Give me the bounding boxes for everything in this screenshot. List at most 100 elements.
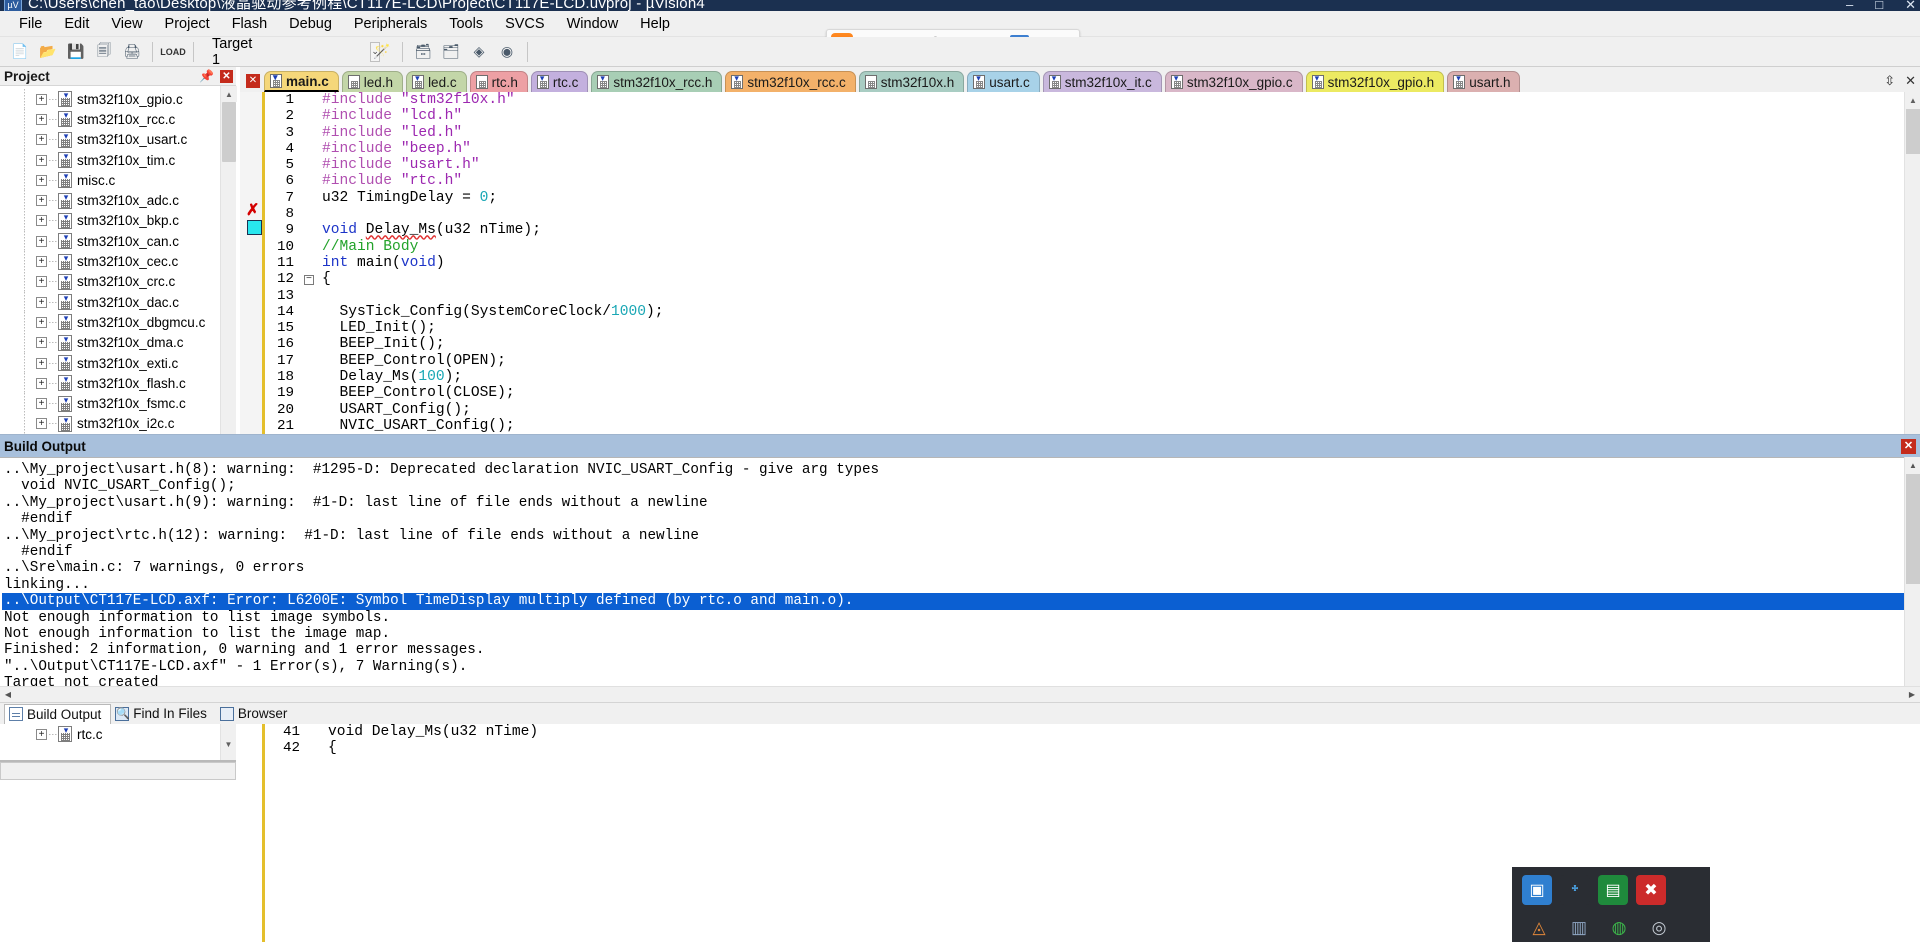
editor-tab-stm32f10x-gpio-c[interactable]: ▾ stm32f10x_gpio.c <box>1164 71 1303 92</box>
project-tree-scrollbar[interactable]: ▲ <box>220 86 237 434</box>
menu-tools[interactable]: Tools <box>438 13 494 35</box>
build-output-text[interactable]: ..\My_project\usart.h(8): warning: #1295… <box>0 457 1920 703</box>
editor-tab-rtc-h[interactable]: rtc.h <box>469 71 528 92</box>
background-tree-scroll-down-icon[interactable]: ▼ <box>220 724 236 764</box>
tree-item[interactable]: + ▾ stm32f10x_dac.c <box>0 291 236 313</box>
editor-tab-usart-h[interactable]: ▾ usart.h <box>1447 71 1521 92</box>
bookmark-delete-icon[interactable]: ✗ <box>246 203 262 219</box>
build-output-line[interactable]: #endif <box>2 544 1920 560</box>
code-line[interactable]: 11 int main(void) <box>262 255 1904 271</box>
tree-expander[interactable]: + <box>36 113 47 125</box>
tree-expander[interactable]: + <box>36 398 47 410</box>
menu-file[interactable]: File <box>8 13 53 35</box>
close-icon[interactable]: ✕ <box>220 69 233 83</box>
tree-expander[interactable]: + <box>36 195 47 207</box>
editor-tab-usart-c[interactable]: ▾ usart.c <box>967 71 1040 92</box>
tab-browser[interactable]: Browser <box>216 704 297 724</box>
code-line[interactable]: 8 <box>262 206 1904 222</box>
breakpoint-icon[interactable] <box>247 220 262 235</box>
tree-item[interactable]: + ▾ stm32f10x_i2c.c <box>0 413 236 434</box>
build-output-scrollbar[interactable]: ▲ ▼ <box>1904 457 1920 703</box>
code-line[interactable]: 17 BEEP_Control(OPEN); <box>262 353 1904 369</box>
build-output-selected-line[interactable]: ..\Output\CT117E-LCD.axf: Error: L6200E:… <box>2 593 1920 610</box>
tree-item[interactable]: + ▾ stm32f10x_can.c <box>0 231 236 252</box>
tree-item[interactable]: + ▾ stm32f10x_fsmc.c <box>0 393 236 414</box>
minimize-button[interactable]: – <box>1846 0 1853 11</box>
open-file-icon[interactable]: 📂 <box>36 40 60 64</box>
background-tree-strip[interactable]: + ▾ rtc.c ▼ <box>0 724 236 942</box>
tree-expander[interactable]: + <box>36 154 47 166</box>
tree-expander[interactable]: + <box>36 296 47 308</box>
save-all-icon[interactable]: 🗐 <box>92 40 116 64</box>
load-icon[interactable]: LOAD <box>160 40 186 64</box>
tree-item[interactable]: + ▾ stm32f10x_rcc.c <box>0 109 236 130</box>
tree-expander[interactable]: + <box>36 93 47 105</box>
build-output-line[interactable]: linking... <box>2 577 1920 593</box>
tab-build-output[interactable]: Build Output <box>4 703 112 724</box>
scroll-up-icon[interactable]: ▲ <box>221 86 237 102</box>
editor-tab-stm32f10x-rcc-h[interactable]: ▾ stm32f10x_rcc.h <box>591 71 723 92</box>
editor-tab-stm32f10x-gpio-h[interactable]: ▾ stm32f10x_gpio.h <box>1305 71 1445 92</box>
code-editor[interactable]: ✗ 1 #include "stm32f10x.h" 2 #include "lcd.… <box>240 92 1920 434</box>
code-line[interactable]: 21 NVIC_USART_Config(); <box>262 418 1904 434</box>
print-icon[interactable]: 🖨 <box>120 40 144 64</box>
tree-expander[interactable]: + <box>36 728 47 740</box>
app-green-icon[interactable]: ▤ <box>1598 875 1628 905</box>
save-file-icon[interactable]: 💾 <box>64 40 88 64</box>
code-line[interactable]: 2 #include "lcd.h" <box>262 108 1904 124</box>
code-line[interactable]: 20 USART_Config(); <box>262 402 1904 418</box>
code-line[interactable]: 1 #include "stm32f10x.h" <box>262 92 1904 108</box>
editor-tab-led-c[interactable]: ▾ led.c <box>406 71 467 92</box>
code-line[interactable]: 10 //Main Body <box>262 239 1904 255</box>
tree-item[interactable]: + ▾ misc.c <box>0 170 236 191</box>
menu-window[interactable]: Window <box>556 13 630 35</box>
tree-item[interactable]: + ▾ stm32f10x_exti.c <box>0 352 236 374</box>
menu-peripherals[interactable]: Peripherals <box>343 13 438 35</box>
target-select[interactable]: Target 1 ⌄ <box>208 36 380 68</box>
menu-flash[interactable]: Flash <box>221 13 278 35</box>
code-line[interactable]: 18 Delay_Ms(100); <box>262 369 1904 385</box>
code-line[interactable]: 9 void Delay_Ms(u32 nTime); <box>262 222 1904 238</box>
tree-expander[interactable]: + <box>36 357 47 369</box>
build-output-line[interactable]: void NVIC_USART_Config(); <box>2 478 1920 494</box>
build-scroll-right-icon[interactable]: ▶ <box>1904 687 1920 703</box>
app-window-icon[interactable]: ▥ <box>1566 915 1592 941</box>
code-line[interactable]: 14 SysTick_Config(SystemCoreClock/1000); <box>262 304 1904 320</box>
build-output-hscrollbar[interactable]: ◀ ▶ <box>0 686 1920 702</box>
project-tree[interactable]: + ▾ stm32f10x_gpio.c + ▾ stm32f10x_rcc.c + ▾ stm… <box>0 86 236 434</box>
code-line[interactable]: 12−{ <box>262 271 1904 287</box>
tree-item[interactable]: + ▾ stm32f10x_flash.c <box>0 373 236 394</box>
scroll-thumb[interactable] <box>222 102 236 162</box>
app-misc-icon[interactable]: ◎ <box>1646 915 1672 941</box>
pin-icon[interactable]: 📌 <box>199 69 214 83</box>
build-output-line[interactable]: #endif <box>2 511 1920 527</box>
editor-scroll-up-icon[interactable]: ▲ <box>1905 92 1920 108</box>
editor-scroll-thumb[interactable] <box>1906 109 1920 154</box>
fold-marker[interactable]: − <box>302 271 316 287</box>
build-scroll-up-icon[interactable]: ▲ <box>1905 457 1920 473</box>
tree-item[interactable]: + ▾ stm32f10x_dma.c <box>0 332 236 353</box>
tree-item[interactable]: + ▾ stm32f10x_bkp.c <box>0 210 236 232</box>
editor-tab-led-h[interactable]: led.h <box>341 71 404 92</box>
tree-expander[interactable]: + <box>36 276 47 288</box>
close-button[interactable]: ✕ <box>1905 0 1916 11</box>
new-file-icon[interactable]: 📄 <box>8 40 32 64</box>
menu-view[interactable]: View <box>100 13 153 35</box>
tree-item[interactable]: + ▾ stm32f10x_cec.c <box>0 251 236 272</box>
code-line[interactable]: 6 #include "rtc.h" <box>262 173 1904 189</box>
tab-close-icon[interactable]: ✕ <box>1905 73 1916 89</box>
tab-find-in-files[interactable]: Find In Files <box>111 704 216 724</box>
menu-svcs[interactable]: SVCS <box>494 13 556 35</box>
app-blue-icon[interactable]: ▣ <box>1522 875 1552 905</box>
tree-item[interactable]: + ▾ stm32f10x_usart.c <box>0 129 236 150</box>
copy-layers-icon[interactable]: 🗂 <box>439 40 463 64</box>
code-line[interactable]: 5 #include "usart.h" <box>262 157 1904 173</box>
build-wizard-icon[interactable]: 🪄 <box>370 40 394 64</box>
manage-components-icon[interactable]: 🗃 <box>411 40 435 64</box>
build-output-line[interactable]: ..\My_project\rtc.h(12): warning: #1-D: … <box>2 528 1920 544</box>
code-lines[interactable]: 1 #include "stm32f10x.h" 2 #include "lcd.h"… <box>262 92 1904 434</box>
editor-scrollbar[interactable]: ▲ <box>1904 92 1920 434</box>
build-output-line[interactable]: Finished: 2 information, 0 warning and 1… <box>2 642 1920 658</box>
code-line[interactable]: 7 u32 TimingDelay = 0; <box>262 190 1904 206</box>
build-output-line[interactable]: Not enough information to list the image… <box>2 626 1920 642</box>
